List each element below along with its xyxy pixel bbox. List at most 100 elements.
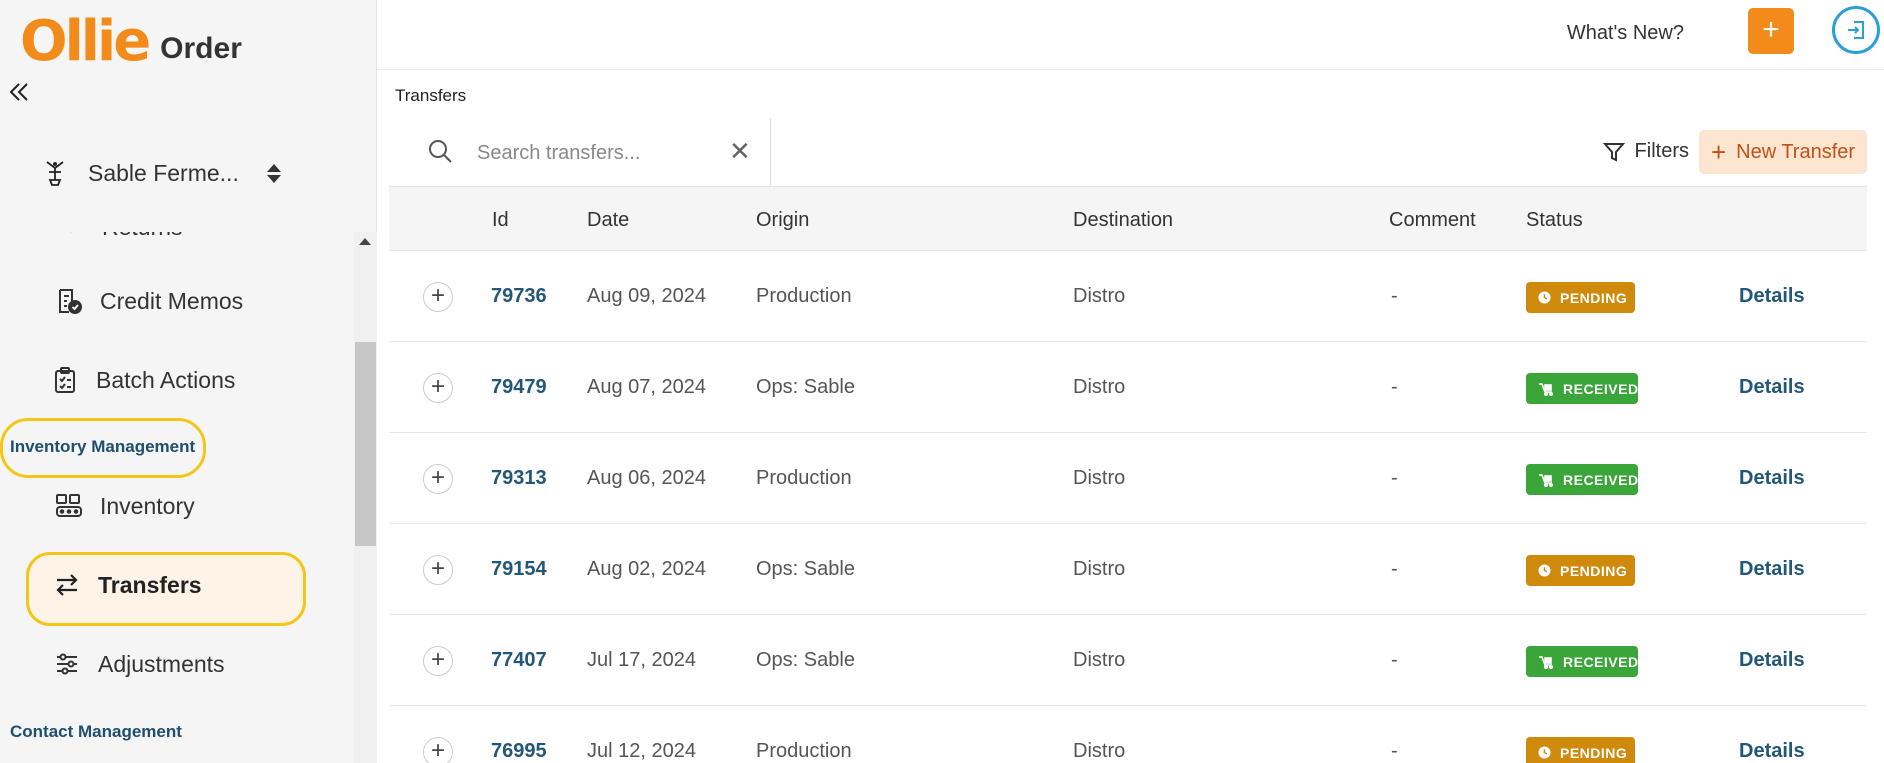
clock-icon — [1538, 746, 1551, 759]
transfers-table: Id Date Origin Destination Comment Statu… — [389, 186, 1867, 763]
transfer-destination: Distro — [1073, 558, 1126, 580]
transfer-date: Jul 12, 2024 — [587, 740, 696, 762]
sort-toggle-icon — [266, 163, 281, 183]
column-header-status[interactable]: Status — [1526, 209, 1583, 232]
details-link[interactable]: Details — [1739, 740, 1805, 763]
details-link[interactable]: Details — [1739, 558, 1805, 581]
transfer-destination: Distro — [1073, 740, 1126, 762]
sliders-icon — [52, 649, 82, 679]
transfer-date: Aug 07, 2024 — [587, 376, 706, 398]
top-bar: What's New? + — [377, 0, 1884, 70]
clock-icon — [1538, 291, 1551, 304]
clear-search-icon[interactable]: ✕ — [729, 136, 751, 167]
filters-button[interactable]: Filters — [1602, 140, 1689, 163]
transfer-destination: Distro — [1073, 376, 1126, 398]
details-link[interactable]: Details — [1739, 285, 1805, 308]
status-badge: PENDING — [1526, 282, 1635, 313]
transfer-arrows-icon — [52, 570, 82, 600]
filter-icon — [1602, 142, 1625, 162]
sidebar-item-adjustments[interactable]: Adjustments — [52, 649, 225, 679]
quick-add-button[interactable]: + — [1748, 8, 1794, 54]
expand-row-icon[interactable]: + — [423, 282, 453, 312]
sidebar-item-returns[interactable]: Returns — [56, 232, 183, 242]
new-transfer-label: New Transfer — [1736, 140, 1856, 163]
table-row: + 76995 Jul 12, 2024 Production Distro -… — [389, 706, 1867, 763]
sidebar-item-inventory[interactable]: Inventory — [54, 491, 195, 521]
table-toolbar: ✕ Filters + New Transfer — [389, 118, 1867, 186]
whats-new-link[interactable]: What's New? — [1567, 22, 1684, 45]
table-header: Id Date Origin Destination Comment Statu… — [389, 186, 1867, 251]
transfer-origin: Production — [756, 285, 852, 307]
column-header-origin[interactable]: Origin — [756, 209, 809, 232]
transfer-date: Aug 06, 2024 — [587, 467, 706, 489]
sidebar-item-label: Adjustments — [98, 650, 225, 677]
transfer-id-link[interactable]: 79479 — [491, 376, 547, 399]
details-link[interactable]: Details — [1739, 376, 1805, 399]
sidebar-item-transfers[interactable]: Transfers — [52, 570, 202, 600]
status-label: RECEIVED — [1563, 471, 1639, 488]
scroll-thumb[interactable] — [355, 342, 376, 546]
transfer-id-link[interactable]: 79736 — [491, 285, 547, 308]
expand-row-icon[interactable]: + — [423, 555, 453, 585]
logo-order: Order — [160, 32, 242, 65]
expand-row-icon[interactable]: + — [423, 737, 453, 763]
plus-icon: + — [1762, 13, 1780, 46]
scroll-up-icon[interactable] — [359, 238, 371, 245]
sidebar-item-batch-actions[interactable]: Batch Actions — [50, 365, 235, 395]
transfer-origin: Ops: Sable — [756, 649, 855, 671]
sidebar: Ollie Order Sable Ferme... Returns — [0, 0, 377, 763]
transfer-comment: - — [1391, 558, 1398, 580]
sidebar-scrollbar[interactable] — [354, 232, 377, 763]
transfer-id-link[interactable]: 77407 — [491, 649, 547, 672]
status-badge: PENDING — [1526, 737, 1635, 763]
status-label: PENDING — [1560, 562, 1628, 579]
details-link[interactable]: Details — [1739, 649, 1805, 672]
new-transfer-button[interactable]: + New Transfer — [1699, 130, 1867, 174]
transfer-id-link[interactable]: 76995 — [491, 740, 547, 763]
transfer-destination: Distro — [1073, 649, 1126, 671]
status-label: PENDING — [1560, 289, 1628, 306]
clock-icon — [1538, 564, 1551, 577]
section-contact-management: Contact Management — [10, 722, 182, 741]
transfer-id-link[interactable]: 79313 — [491, 467, 547, 490]
sidebar-item-label: Inventory — [100, 492, 195, 519]
column-header-destination[interactable]: Destination — [1073, 209, 1173, 232]
transfer-date: Aug 02, 2024 — [587, 558, 706, 580]
transfer-date: Aug 09, 2024 — [587, 285, 706, 307]
brewery-logo-icon — [40, 156, 70, 190]
sidebar-nav: Returns Credit Memos Batch Actions Inven… — [0, 232, 377, 763]
hand-truck-icon — [1538, 473, 1554, 487]
sidebar-item-label: Credit Memos — [100, 287, 244, 314]
search-input[interactable] — [477, 138, 707, 168]
sidebar-item-credit-memos[interactable]: Credit Memos — [54, 286, 243, 316]
collapse-sidebar-button[interactable] — [4, 80, 34, 110]
column-header-date[interactable]: Date — [587, 209, 629, 232]
transfer-comment: - — [1391, 740, 1398, 762]
transfer-origin: Production — [756, 740, 852, 762]
transfer-id-link[interactable]: 79154 — [491, 558, 547, 581]
column-header-comment[interactable]: Comment — [1389, 209, 1476, 232]
column-header-id[interactable]: Id — [492, 209, 509, 232]
breadcrumb: Transfers — [395, 86, 467, 105]
user-menu-button[interactable] — [1832, 6, 1880, 54]
account-switcher[interactable]: Sable Ferme... — [40, 156, 290, 190]
table-row: + 79736 Aug 09, 2024 Production Distro -… — [389, 251, 1867, 342]
table-row: + 77407 Jul 17, 2024 Ops: Sable Distro -… — [389, 615, 1867, 706]
expand-row-icon[interactable]: + — [423, 646, 453, 676]
logo-ollie: Ollie — [20, 9, 151, 74]
expand-row-icon[interactable]: + — [423, 464, 453, 494]
returns-icon — [56, 232, 86, 242]
search-icon — [427, 138, 453, 169]
status-label: PENDING — [1560, 744, 1628, 761]
credit-memo-icon — [54, 286, 84, 316]
account-name: Sable Ferme... — [88, 159, 239, 186]
status-label: RECEIVED — [1563, 653, 1639, 670]
status-badge: RECEIVED — [1526, 646, 1638, 677]
transfer-destination: Distro — [1073, 285, 1126, 307]
details-link[interactable]: Details — [1739, 467, 1805, 490]
toolbar-divider — [770, 118, 771, 186]
app-logo[interactable]: Ollie Order — [20, 14, 242, 70]
transfer-comment: - — [1391, 285, 1398, 307]
inventory-icon — [54, 491, 84, 521]
expand-row-icon[interactable]: + — [423, 373, 453, 403]
